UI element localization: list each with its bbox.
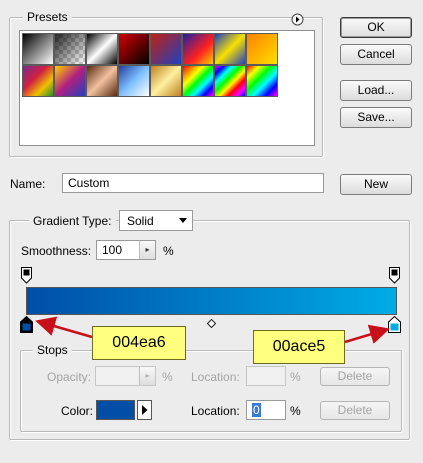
arrow-right [344,324,390,344]
callout-right: 00ace5 [253,330,345,364]
callout-left: 004ea6 [92,326,186,360]
annotation-arrows [35,316,390,344]
arrow-left [35,316,93,339]
